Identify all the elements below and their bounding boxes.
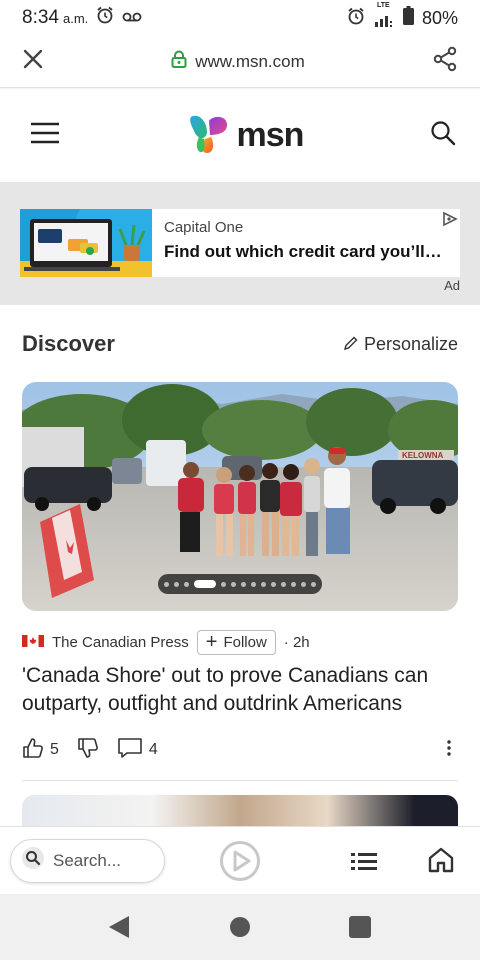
search-icon (21, 846, 45, 875)
feed-list-icon[interactable] (351, 851, 377, 876)
battery-percent: 80% (421, 7, 458, 28)
msn-logo[interactable]: msn (187, 111, 304, 160)
share-icon[interactable] (432, 46, 458, 77)
story-image[interactable]: KELOWNA (22, 382, 458, 611)
search-icon[interactable] (430, 120, 456, 151)
play-video-icon[interactable] (219, 840, 261, 887)
thumbs-down-icon (77, 737, 99, 764)
alarm-icon (347, 7, 365, 30)
status-ampm: a.m. (62, 10, 89, 26)
back-triangle-icon[interactable] (108, 915, 130, 944)
status-bar: 8:34 a.m. LTE 80% (0, 0, 480, 36)
network-type: LTE (376, 2, 390, 9)
pager-dot[interactable] (231, 581, 236, 587)
story-headline[interactable]: 'Canada Shore' out to prove Canadians ca… (22, 662, 458, 718)
ad-choices-icon[interactable] (442, 211, 458, 232)
system-navigation-bar (0, 894, 480, 960)
pager-dot[interactable] (311, 581, 316, 587)
like-button[interactable]: 5 (22, 737, 59, 764)
more-options-icon[interactable] (446, 739, 452, 762)
pager-dot[interactable] (174, 581, 179, 587)
personalize-button[interactable]: Personalize (343, 333, 458, 355)
thumbs-up-icon (22, 737, 44, 764)
lock-icon (171, 50, 187, 73)
pager-dot[interactable] (184, 581, 189, 587)
story-time: · 2h (283, 633, 310, 651)
pager-dot[interactable] (291, 581, 296, 587)
signal-icon: LTE (373, 2, 395, 28)
status-right: LTE 80% (347, 2, 458, 30)
pager-dot[interactable] (221, 581, 226, 587)
pager-dot[interactable] (164, 581, 169, 587)
pager-dot[interactable] (301, 581, 306, 587)
bottom-search-input[interactable] (53, 850, 153, 871)
url-text: www.msn.com (195, 51, 305, 71)
comments-button[interactable]: 4 (117, 737, 158, 764)
browser-url-bar: www.msn.com (0, 36, 480, 88)
pager-dot-active[interactable] (194, 580, 216, 588)
dislike-button[interactable] (77, 737, 99, 764)
url-display[interactable]: www.msn.com (171, 50, 305, 73)
pager-dot[interactable] (271, 581, 276, 587)
ad-card[interactable]: Capital One Find out which credit card y… (20, 209, 460, 277)
story-source[interactable]: The Canadian Press (52, 634, 189, 651)
pencil-icon (343, 334, 358, 355)
ad-headline: Find out which credit card you’ll be app… (164, 242, 446, 261)
card-divider (22, 780, 458, 781)
discover-title: Discover (22, 331, 115, 356)
personalize-label: Personalize (363, 333, 458, 354)
close-icon[interactable] (22, 48, 44, 75)
pager-dot[interactable] (281, 581, 286, 587)
comment-icon (117, 737, 143, 764)
plus-icon: + (205, 631, 218, 653)
ad-sponsor: Capital One (164, 219, 244, 236)
voicemail-icon (122, 7, 142, 29)
bottom-search-box[interactable] (10, 838, 165, 883)
status-left: 8:34 a.m. (22, 6, 142, 30)
follow-label: Follow (223, 633, 267, 651)
like-count: 5 (50, 741, 59, 758)
pager-dot[interactable] (251, 581, 256, 587)
battery-icon (402, 6, 414, 30)
ad-label: Ad (444, 278, 460, 293)
discover-header: Discover Personalize (22, 326, 458, 362)
story-source-row: The Canadian Press + Follow · 2h (22, 626, 310, 658)
alarm-icon (96, 6, 114, 30)
bottom-toolbar (0, 826, 480, 894)
comment-count: 4 (148, 741, 158, 758)
hamburger-menu-icon[interactable] (30, 122, 60, 149)
carousel-pager[interactable] (158, 574, 322, 594)
pager-dot[interactable] (261, 581, 266, 587)
kelowna-sign: KELOWNA (402, 451, 444, 460)
follow-button[interactable]: + Follow (196, 629, 276, 655)
msn-brand-text: msn (236, 116, 305, 154)
recent-apps-icon[interactable] (349, 916, 371, 938)
canada-flag-icon (22, 634, 44, 651)
ad-band: Capital One Find out which credit card y… (0, 182, 480, 305)
home-icon[interactable] (428, 847, 454, 878)
msn-header: msn (0, 89, 480, 182)
msn-butterfly-icon (187, 111, 231, 160)
ad-thumbnail-image (20, 209, 152, 277)
ad-text-block: Capital One Find out which credit card y… (152, 209, 460, 277)
status-time: 8:34 (22, 7, 59, 28)
pager-dot[interactable] (241, 581, 246, 587)
home-circle-icon[interactable] (230, 917, 250, 937)
story-reactions: 5 4 (22, 736, 458, 764)
